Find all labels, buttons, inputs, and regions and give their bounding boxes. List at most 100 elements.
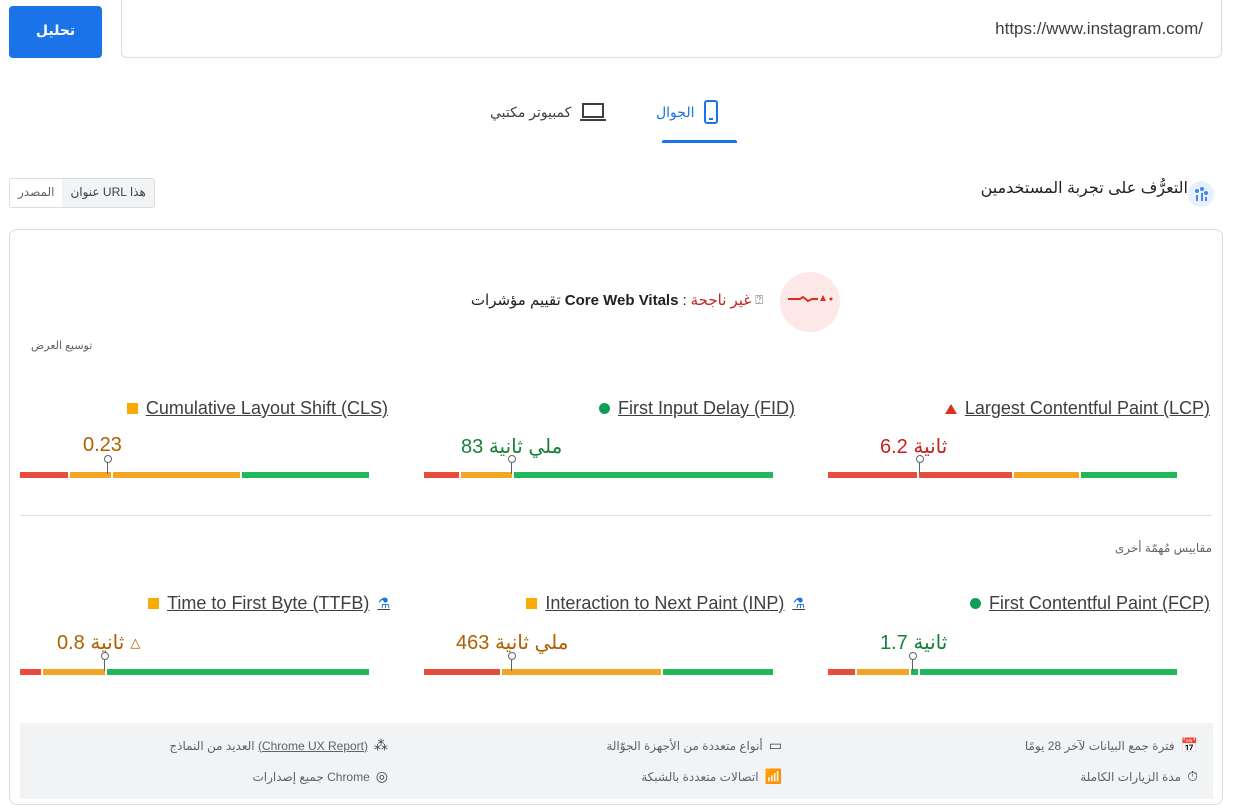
analyze-button[interactable]: تحليل [9, 6, 102, 58]
info-network-text: اتصالات متعددة بالشبكة [641, 769, 759, 784]
info-devices: أنواع متعددة من الأجهزة الجوّالة ▭ [606, 737, 782, 754]
active-tab-indicator [662, 140, 737, 143]
distribution-segment [919, 472, 1012, 478]
metric-lcp-title[interactable]: Largest Contentful Paint (LCP) [944, 398, 1210, 419]
expand-view-link[interactable]: توسيع العرض [31, 339, 92, 352]
info-visit-duration-text: مدة الزيارات الكاملة [1080, 769, 1182, 784]
metric-ttfb-value: 0.8 ثانية [57, 632, 125, 654]
metric-inp-title[interactable]: Interaction to Next Paint (INP) ⚗ [526, 593, 805, 614]
distribution-segment [460, 472, 513, 478]
field-data-card [9, 229, 1223, 805]
wifi-icon: 📶 [764, 768, 782, 784]
calendar-icon: 📅 [1180, 737, 1198, 753]
metric-inp-name: Interaction to Next Paint (INP) [545, 593, 785, 613]
metric-fid-title[interactable]: First Input Delay (FID) [598, 398, 795, 419]
distribution-segment [828, 472, 918, 478]
distribution-segment [424, 669, 500, 675]
users-icon [1188, 181, 1214, 207]
percentile-marker [104, 455, 113, 474]
distribution-segment [662, 669, 773, 675]
data-info-panel [20, 723, 1213, 799]
metric-fcp-distribution-bar [828, 652, 1177, 675]
tab-mobile-label: الجوال [656, 103, 695, 120]
distribution-segment [70, 472, 112, 478]
help-icon[interactable]: ⍰ [755, 292, 763, 308]
percentile-marker [915, 455, 924, 474]
mobile-icon [703, 100, 718, 124]
url-input[interactable]: https://www.instagram.com/ [121, 0, 1222, 58]
distribution-segment [20, 669, 41, 675]
source-origin-option[interactable]: المصدر [10, 179, 63, 207]
distribution-segment [20, 472, 69, 478]
metric-lcp-value: 6.2 ثانية [880, 436, 948, 458]
other-metrics-heading: مقاييس مُهمّة أخرى [1114, 541, 1212, 555]
info-collection-period-text: فترة جمع البيانات لآخر 28 يومًا [1024, 738, 1175, 753]
needs-improvement-indicator-icon [126, 403, 138, 414]
info-network: اتصالات متعددة بالشبكة 📶 [641, 768, 782, 785]
tab-desktop[interactable]: كمبيوتر مكتبي [490, 98, 607, 126]
distribution-segment [242, 472, 369, 478]
distribution-segment [424, 472, 459, 478]
samples-icon: ⁂ [374, 737, 388, 753]
distribution-segment [501, 669, 661, 675]
timer-icon: ⏱ [1187, 768, 1198, 784]
metric-inp-distribution-bar [424, 652, 773, 675]
distribution-segment [42, 669, 105, 675]
metric-fcp-name: First Contentful Paint (FCP) [988, 593, 1210, 613]
tab-desktop-label: كمبيوتر مكتبي [490, 103, 572, 120]
info-visit-duration: مدة الزيارات الكاملة ⏱ [1080, 768, 1198, 785]
distribution-segment [113, 472, 241, 478]
metric-cls-title[interactable]: Cumulative Layout Shift (CLS) [126, 398, 388, 419]
distribution-segment [857, 669, 909, 675]
laptop-icon [580, 103, 607, 121]
metric-ttfb-value-group: 0.8 ثانية △ [57, 630, 140, 655]
url-input-value: https://www.instagram.com/ [995, 19, 1203, 38]
source-toggle[interactable]: المصدر عنوان URL هذا [9, 178, 155, 208]
info-devices-text: أنواع متعددة من الأجهزة الجوّالة [606, 738, 763, 753]
info-chrome-versions-text: جميع إصدارات Chrome [252, 769, 370, 784]
info-samples-prefix: العديد من النماذج [169, 738, 255, 753]
info-samples-text: العديد من النماذج (Chrome UX Report) [169, 739, 368, 753]
distribution-segment [919, 669, 1177, 675]
percentile-marker [908, 652, 917, 671]
good-indicator-icon [969, 598, 981, 609]
needs-improvement-indicator-icon [148, 598, 160, 609]
cwv-colon: : [682, 291, 687, 309]
cwv-status: غير ناجحة [690, 292, 752, 309]
distribution-segment [1080, 472, 1177, 478]
divider [20, 515, 1212, 516]
cwv-assessment: تقييم مؤشرات Core Web Vitals: غير ناجحة … [471, 291, 763, 310]
warning-triangle-icon: △ [130, 634, 141, 650]
distribution-segment [1013, 472, 1079, 478]
distribution-segment [514, 472, 774, 478]
metric-fid-name: First Input Delay (FID) [617, 398, 795, 418]
info-chrome-versions: جميع إصدارات Chrome ◎ [252, 768, 388, 785]
metric-ttfb-distribution-bar [20, 652, 369, 675]
distribution-segment [828, 669, 856, 675]
metric-fcp-title[interactable]: First Contentful Paint (FCP) [969, 593, 1210, 614]
section-title: التعرُّف على تجربة المستخدمين [980, 180, 1188, 197]
metric-cls-distribution-bar [20, 455, 369, 478]
devices-icon: ▭ [768, 737, 782, 753]
metric-cls-value: 0.23 [83, 434, 122, 456]
info-collection-period: فترة جمع البيانات لآخر 28 يومًا 📅 [1025, 737, 1198, 754]
metric-fid-distribution-bar [424, 455, 774, 478]
cwv-brand: Core Web Vitals [564, 291, 679, 309]
metric-ttfb-name: Time to First Byte (TTFB) [167, 593, 370, 613]
source-url-option[interactable]: عنوان URL هذا [62, 179, 154, 207]
crux-report-link[interactable]: (Chrome UX Report) [258, 739, 368, 753]
metric-ttfb-title[interactable]: Time to First Byte (TTFB) ⚗ [148, 593, 390, 614]
metric-lcp-name: Largest Contentful Paint (LCP) [964, 398, 1210, 418]
tab-mobile[interactable]: الجوال [656, 98, 719, 126]
good-indicator-icon [598, 403, 610, 414]
lab-flask-icon: ⚗ [792, 595, 805, 611]
lab-flask-icon: ⚗ [377, 595, 390, 611]
metric-cls-name: Cumulative Layout Shift (CLS) [145, 398, 388, 418]
distribution-segment [106, 669, 369, 675]
percentile-marker [100, 652, 109, 671]
percentile-marker [508, 652, 517, 671]
poor-indicator-icon [944, 403, 957, 414]
percentile-marker [508, 455, 517, 474]
chrome-icon: ◎ [375, 768, 388, 784]
needs-improvement-indicator-icon [526, 598, 538, 609]
